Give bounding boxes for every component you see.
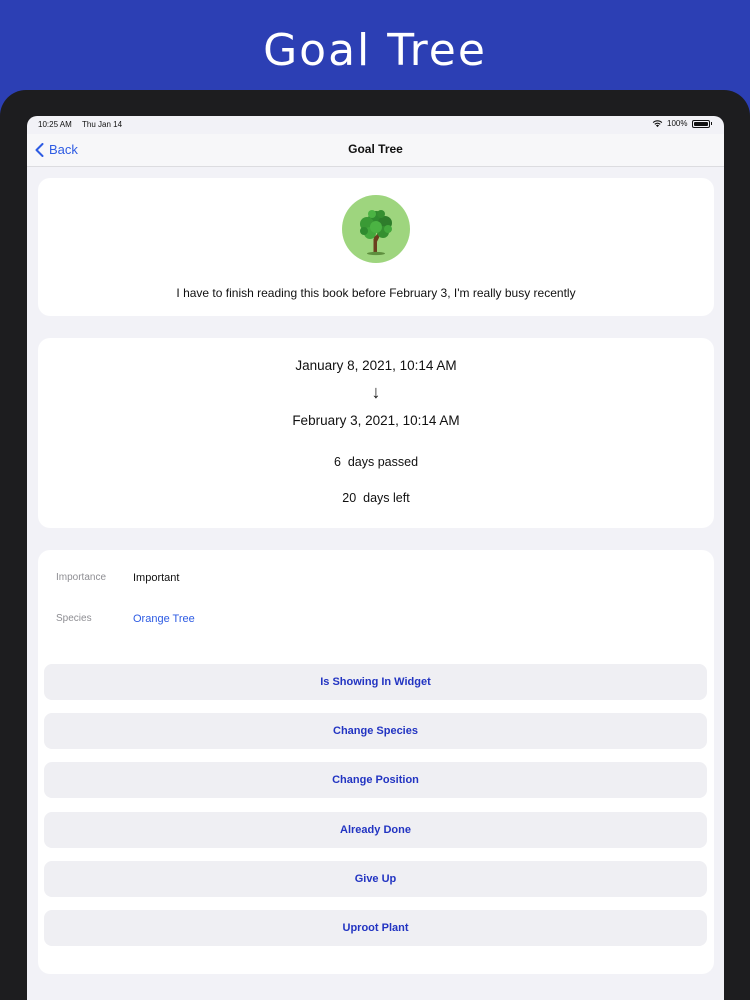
start-date: January 8, 2021, 10:14 AM bbox=[295, 358, 457, 373]
tree-icon bbox=[360, 210, 392, 256]
app-screen: 10:25 AM Thu Jan 14 100% Back Goal Tree bbox=[27, 116, 724, 1000]
days-passed: 6 days passed bbox=[333, 455, 419, 469]
showing-in-widget-button[interactable]: Is Showing In Widget bbox=[44, 664, 707, 700]
arrow-down-icon: ↓ bbox=[371, 382, 381, 402]
banner-title: Goal Tree bbox=[263, 24, 487, 76]
days-left: 20 days left bbox=[342, 491, 410, 505]
page-title: Goal Tree bbox=[348, 142, 403, 156]
end-date: February 3, 2021, 10:14 AM bbox=[292, 413, 460, 428]
promo-banner: Goal Tree bbox=[0, 0, 750, 100]
details-card: Importance Important Species Orange Tree… bbox=[38, 550, 714, 974]
already-done-button[interactable]: Already Done bbox=[44, 812, 707, 848]
status-date: Thu Jan 14 bbox=[82, 120, 123, 129]
status-indicators: 100% bbox=[652, 119, 712, 128]
goal-description: I have to finish reading this book befor… bbox=[176, 286, 576, 300]
importance-label: Importance bbox=[56, 572, 107, 583]
timeline-card: January 8, 2021, 10:14 AM ↓ February 3, … bbox=[38, 338, 714, 528]
battery-tip bbox=[710, 122, 712, 125]
battery-percent: 100% bbox=[667, 119, 688, 128]
change-position-button[interactable]: Change Position bbox=[44, 762, 707, 798]
change-species-button[interactable]: Change Species bbox=[44, 713, 707, 749]
uproot-plant-button[interactable]: Uproot Plant bbox=[44, 910, 707, 946]
battery-icon bbox=[691, 119, 710, 128]
status-bar: 10:25 AM Thu Jan 14 100% bbox=[27, 116, 724, 134]
wifi-icon bbox=[652, 120, 663, 128]
status-time: 10:25 AM bbox=[38, 120, 72, 129]
species-value[interactable]: Orange Tree bbox=[133, 613, 195, 625]
tree-avatar bbox=[342, 195, 410, 263]
navigation-bar: Back Goal Tree bbox=[27, 134, 724, 167]
goal-card: I have to finish reading this book befor… bbox=[38, 178, 714, 316]
give-up-button[interactable]: Give Up bbox=[44, 861, 707, 897]
species-label: Species bbox=[56, 613, 92, 624]
importance-value: Important bbox=[133, 572, 180, 584]
